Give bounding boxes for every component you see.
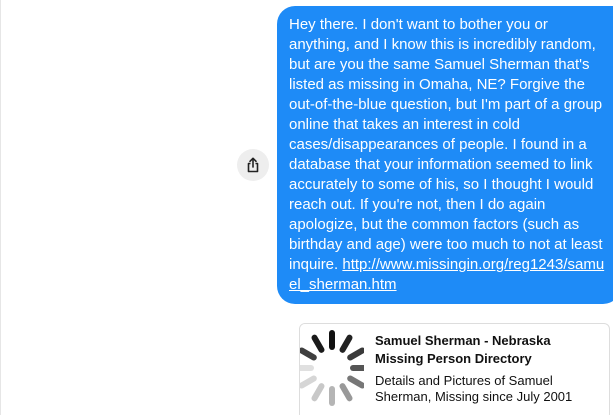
spinner-thumbnail	[300, 330, 370, 406]
link-preview-card[interactable]: Samuel Sherman - Nebraska Missing Person…	[299, 323, 610, 415]
share-button[interactable]	[237, 149, 269, 181]
outgoing-message-bubble[interactable]: Hey there. I don't want to bother you or…	[277, 6, 613, 304]
preview-description: Details and Pictures of Samuel Sherman, …	[375, 373, 573, 404]
panel-divider	[0, 0, 1, 415]
message-text: Hey there. I don't want to bother you or…	[289, 16, 603, 273]
preview-title: Samuel Sherman - Nebraska Missing Person…	[375, 333, 551, 366]
share-icon	[247, 157, 259, 173]
preview-text: Samuel Sherman - Nebraska Missing Person…	[364, 324, 609, 415]
chat-view: Hey there. I don't want to bother you or…	[0, 0, 613, 415]
preview-thumbnail	[300, 324, 370, 415]
